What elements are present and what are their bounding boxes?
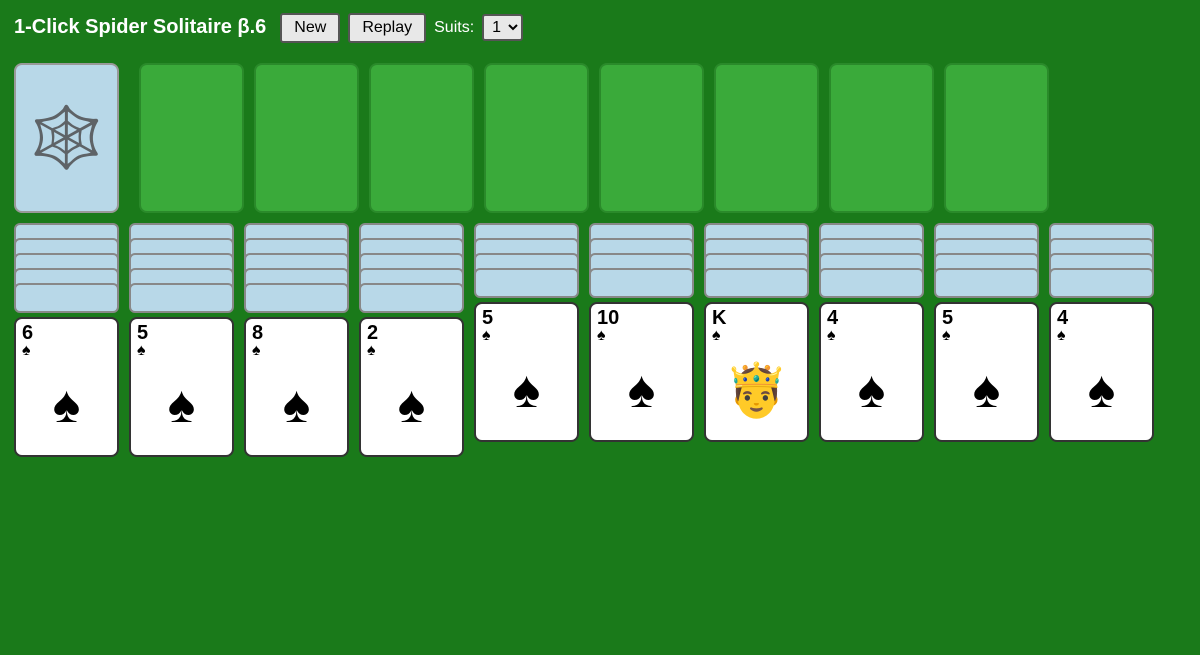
column-backs-5 [589,223,694,298]
tableau-column-2: 8♠♠ [244,223,349,457]
card-suit-label: ♠ [597,328,606,344]
tableau-column-8: 5♠♠ [934,223,1039,442]
card-face-3[interactable]: 2♠♠ [359,317,464,457]
card-back [474,268,579,298]
card-face-8[interactable]: 5♠♠ [934,302,1039,442]
card-rank: 4 [827,308,838,328]
stock-pile[interactable]: 🕸️ [14,63,119,213]
card-suit-label: ♠ [367,343,376,359]
card-rank: 8 [252,323,263,343]
game-area: 🕸️ 6♠♠5♠♠8♠♠2♠♠5♠♠10♠♠K♠🤴4♠♠5♠♠4♠♠ [0,55,1200,465]
card-back [934,268,1039,298]
card-face-5[interactable]: 10♠♠ [589,302,694,442]
tableau-column-7: 4♠♠ [819,223,924,442]
suits-label: Suits: [434,19,474,37]
card-face-1[interactable]: 5♠♠ [129,317,234,457]
tableau-column-1: 5♠♠ [129,223,234,457]
game-title: 1-Click Spider Solitaire β.6 [14,16,266,39]
card-face-7[interactable]: 4♠♠ [819,302,924,442]
foundation-slot-2 [254,63,359,213]
tableau-column-0: 6♠♠ [14,223,119,457]
card-center: ♠ [367,359,456,451]
card-rank: 4 [1057,308,1068,328]
foundation-slot-4 [484,63,589,213]
card-rank: 5 [137,323,148,343]
header: 1-Click Spider Solitaire β.6 New Replay … [0,0,1200,55]
tableau-column-3: 2♠♠ [359,223,464,457]
column-backs-3 [359,223,464,313]
tableau-column-9: 4♠♠ [1049,223,1154,442]
foundation-slot-7 [829,63,934,213]
card-back [1049,268,1154,298]
column-backs-1 [129,223,234,313]
card-center: ♠ [482,344,571,436]
card-suit-label: ♠ [1057,328,1066,344]
card-face-6[interactable]: K♠🤴 [704,302,809,442]
card-face-2[interactable]: 8♠♠ [244,317,349,457]
card-suit-label: ♠ [137,343,146,359]
card-face-9[interactable]: 4♠♠ [1049,302,1154,442]
card-back [359,283,464,313]
card-rank: 6 [22,323,33,343]
column-backs-9 [1049,223,1154,298]
foundation-slot-6 [714,63,819,213]
card-center: 🤴 [712,344,801,436]
column-backs-2 [244,223,349,313]
tableau-column-5: 10♠♠ [589,223,694,442]
card-back [14,283,119,313]
card-back [819,268,924,298]
foundation-slot-5 [599,63,704,213]
card-suit-label: ♠ [712,328,721,344]
card-center: ♠ [137,359,226,451]
card-center: ♠ [252,359,341,451]
foundation-slot-3 [369,63,474,213]
new-button[interactable]: New [280,13,340,43]
column-backs-7 [819,223,924,298]
column-backs-4 [474,223,579,298]
card-center: ♠ [827,344,916,436]
replay-button[interactable]: Replay [348,13,426,43]
suits-select[interactable]: 1 2 4 [482,14,523,41]
foundation-slot-1 [139,63,244,213]
card-rank: 10 [597,308,619,328]
foundations [139,63,1049,213]
card-face-4[interactable]: 5♠♠ [474,302,579,442]
card-suit-label: ♠ [942,328,951,344]
tableau-column-4: 5♠♠ [474,223,579,442]
column-backs-8 [934,223,1039,298]
card-suit-label: ♠ [482,328,491,344]
card-suit-label: ♠ [252,343,261,359]
card-rank: 5 [482,308,493,328]
card-rank: K [712,308,726,328]
card-rank: 2 [367,323,378,343]
card-back [129,283,234,313]
card-center: ♠ [942,344,1031,436]
card-rank: 5 [942,308,953,328]
card-back [704,268,809,298]
column-backs-6 [704,223,809,298]
card-back [589,268,694,298]
card-face-0[interactable]: 6♠♠ [14,317,119,457]
card-suit-label: ♠ [827,328,836,344]
stock-icon: 🕸️ [29,108,104,168]
card-suit-label: ♠ [22,343,31,359]
column-backs-0 [14,223,119,313]
tableau: 6♠♠5♠♠8♠♠2♠♠5♠♠10♠♠K♠🤴4♠♠5♠♠4♠♠ [14,223,1186,457]
foundation-slot-8 [944,63,1049,213]
card-center: ♠ [22,359,111,451]
card-center: ♠ [1057,344,1146,436]
tableau-column-6: K♠🤴 [704,223,809,442]
top-row: 🕸️ [14,63,1186,213]
card-center: ♠ [597,344,686,436]
card-back [244,283,349,313]
